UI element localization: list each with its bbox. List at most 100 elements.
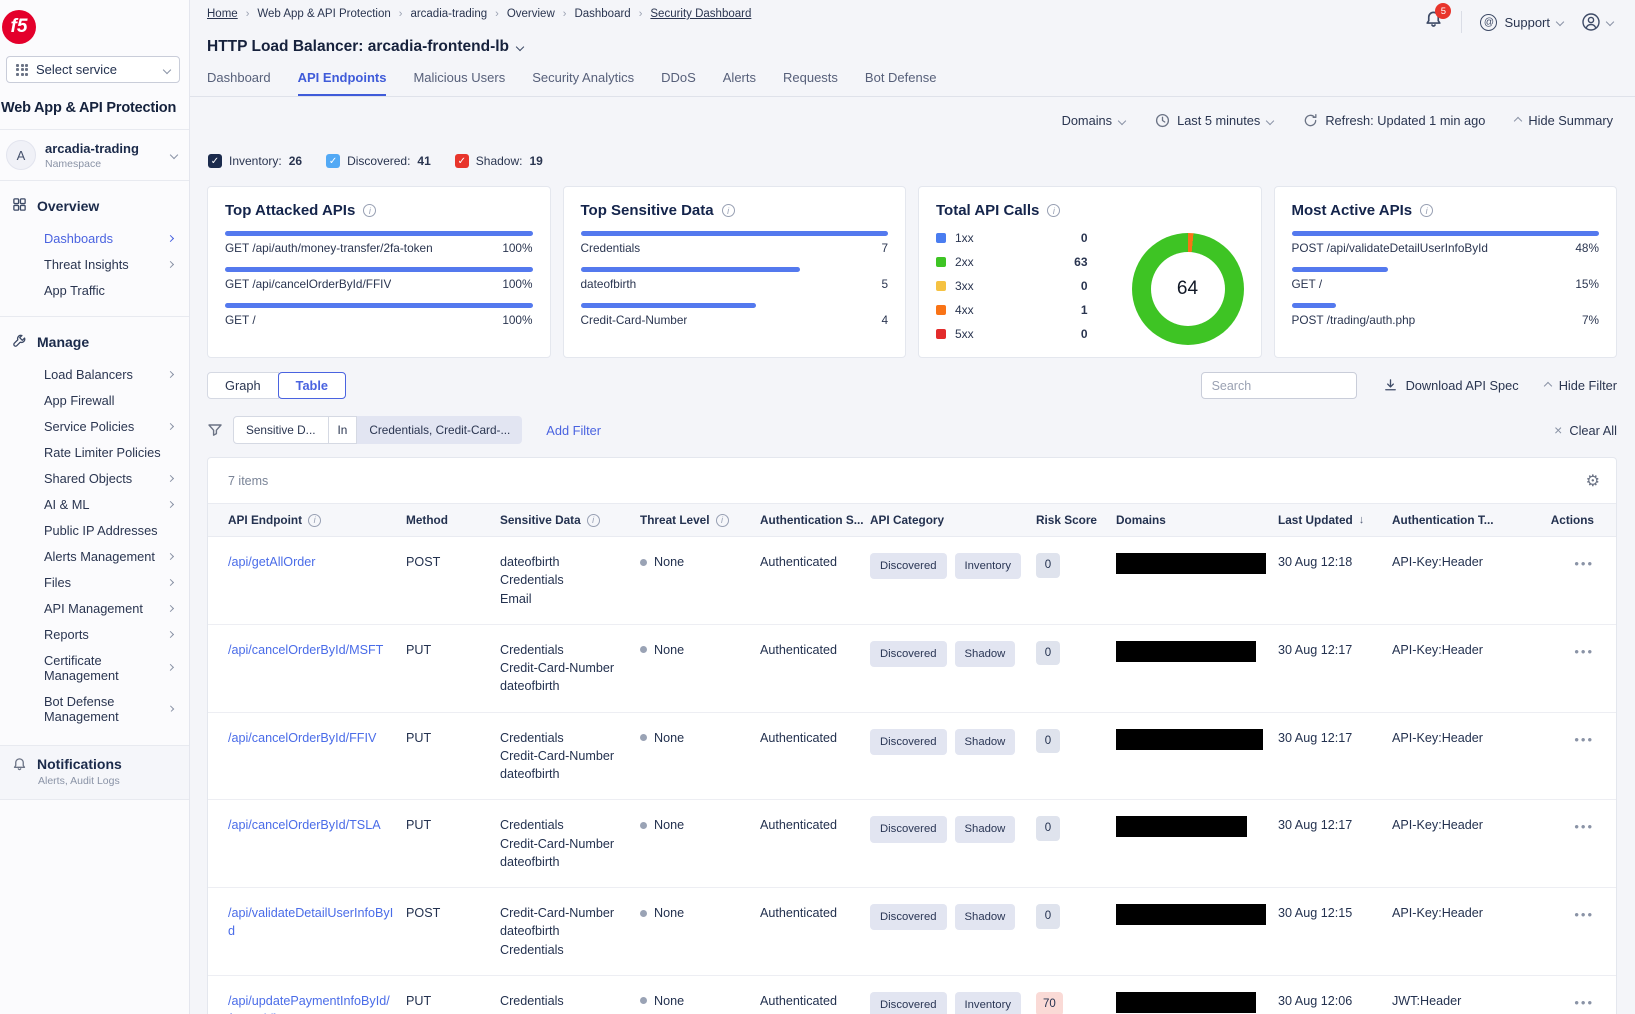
api-endpoint-link[interactable]: /api/cancelOrderById/TSLA — [228, 816, 381, 835]
column-header-api-endpoint[interactable]: API Endpointi — [228, 504, 406, 536]
bar — [581, 267, 801, 272]
sidebar-item-reports[interactable]: Reports — [0, 621, 189, 647]
hide-summary-toggle[interactable]: Hide Summary — [1515, 113, 1613, 128]
gear-icon[interactable]: ⚙ — [1586, 471, 1600, 491]
tab-bot-defense[interactable]: Bot Defense — [865, 70, 937, 96]
cell-last-updated: 30 Aug 12:17 — [1278, 800, 1392, 887]
tab-dashboard[interactable]: Dashboard — [207, 70, 271, 96]
checkbox-shadow[interactable]: ✓Shadow: 19 — [455, 154, 543, 168]
api-endpoint-link[interactable]: /api/getAllOrder — [228, 553, 316, 572]
sidebar-item-rate-limiter-policies[interactable]: Rate Limiter Policies — [0, 439, 189, 465]
sidebar-item-certificate-management[interactable]: Certificate Management — [0, 647, 189, 688]
row-actions-button[interactable]: ••• — [1574, 906, 1594, 925]
row-actions-button[interactable]: ••• — [1574, 994, 1594, 1013]
sidebar-item-public-ip-addresses[interactable]: Public IP Addresses — [0, 517, 189, 543]
clear-all-button[interactable]: × Clear All — [1554, 422, 1617, 438]
sidebar-item-label: AI & ML — [44, 497, 90, 512]
info-icon[interactable]: i — [1047, 204, 1060, 217]
graph-view-button[interactable]: Graph — [207, 372, 279, 399]
info-icon[interactable]: i — [1420, 204, 1433, 217]
sidebar-item-threat-insights[interactable]: Threat Insights — [0, 251, 189, 277]
legend-value: 1 — [1081, 303, 1114, 317]
filter-field[interactable]: Sensitive D... — [233, 416, 329, 444]
namespace-avatar: A — [6, 140, 36, 170]
sidebar-item-files[interactable]: Files — [0, 569, 189, 595]
column-header-last-updated[interactable]: Last Updated↓ — [1278, 504, 1392, 536]
column-label: Domains — [1116, 513, 1166, 527]
sidebar-item-shared-objects[interactable]: Shared Objects — [0, 465, 189, 491]
add-filter-button[interactable]: Add Filter — [546, 423, 601, 438]
filter-value-chip[interactable]: Credentials, Credit-Card-... — [357, 416, 522, 444]
bar-value: 7% — [1582, 313, 1599, 327]
hide-filter-toggle[interactable]: Hide Filter — [1545, 378, 1617, 393]
row-actions-button[interactable]: ••• — [1574, 818, 1594, 837]
breadcrumb-item[interactable]: Security Dashboard — [650, 8, 751, 20]
column-header-risk-score[interactable]: Risk Score — [1036, 504, 1116, 536]
search-input[interactable] — [1201, 372, 1357, 399]
column-header-method[interactable]: Method — [406, 504, 500, 536]
checkbox-discovered[interactable]: ✓Discovered: 41 — [326, 154, 431, 168]
api-endpoint-link[interactable]: /api/updatePaymentInfoById/{user_id} — [228, 992, 396, 1014]
breadcrumb-item[interactable]: Dashboard — [574, 8, 630, 20]
refresh-button[interactable]: Refresh: Updated 1 min ago — [1303, 113, 1485, 128]
row-actions-button[interactable]: ••• — [1574, 731, 1594, 750]
chevron-down-icon[interactable] — [516, 43, 524, 51]
sidebar-item-app-traffic[interactable]: App Traffic — [0, 277, 189, 303]
column-header-domains[interactable]: Domains — [1116, 504, 1278, 536]
column-header-actions[interactable]: Actions — [1516, 504, 1602, 536]
sidebar-item-dashboards[interactable]: Dashboards — [0, 225, 189, 251]
sidebar-notifications[interactable]: Notifications Alerts, Audit Logs — [0, 745, 189, 800]
breadcrumb-item[interactable]: Web App & API Protection — [257, 8, 390, 20]
risk-score-badge: 0 — [1036, 641, 1060, 666]
sidebar-item-service-policies[interactable]: Service Policies — [0, 413, 189, 439]
f5-logo-icon[interactable]: f5 — [2, 10, 36, 44]
sidebar-item-api-management[interactable]: API Management — [0, 595, 189, 621]
sidebar-item-app-firewall[interactable]: App Firewall — [0, 387, 189, 413]
api-endpoint-link[interactable]: /api/cancelOrderById/FFIV — [228, 729, 376, 748]
column-label: Risk Score — [1036, 513, 1097, 527]
checkbox-inventory[interactable]: ✓Inventory: 26 — [208, 154, 302, 168]
sidebar-item-bot-defense-management[interactable]: Bot Defense Management — [0, 688, 189, 729]
cell-auth-status: Authenticated — [760, 537, 870, 624]
table-row: /api/getAllOrderPOSTdateofbirthCredentia… — [208, 537, 1616, 625]
download-icon — [1383, 378, 1398, 393]
support-menu[interactable]: @ Support — [1480, 14, 1563, 31]
breadcrumb-item[interactable]: arcadia-trading — [410, 8, 487, 20]
sidebar-item-load-balancers[interactable]: Load Balancers — [0, 361, 189, 387]
cell-actions: ••• — [1516, 976, 1602, 1014]
tab-security-analytics[interactable]: Security Analytics — [532, 70, 634, 96]
domains-label: Domains — [1062, 113, 1113, 128]
notification-bell-button[interactable]: 5 — [1424, 10, 1443, 34]
column-header-threat-level[interactable]: Threat Leveli — [640, 504, 760, 536]
api-endpoint-link[interactable]: /api/validateDetailUserInfoById — [228, 904, 396, 942]
account-menu[interactable] — [1581, 12, 1613, 32]
column-header-api-category[interactable]: API Category — [870, 504, 1036, 536]
row-actions-button[interactable]: ••• — [1574, 555, 1594, 574]
tab-ddos[interactable]: DDoS — [661, 70, 696, 96]
tab-api-endpoints[interactable]: API Endpoints — [298, 70, 387, 96]
column-header-authentication-s-[interactable]: Authentication S... — [760, 504, 870, 536]
domains-dropdown[interactable]: Domains — [1062, 113, 1126, 128]
filter-operator[interactable]: In — [329, 416, 358, 444]
sort-down-icon[interactable]: ↓ — [1359, 514, 1365, 526]
breadcrumb-item[interactable]: Overview — [507, 8, 555, 20]
column-header-authentication-t-[interactable]: Authentication T... — [1392, 504, 1516, 536]
card-total-api-calls: Total API Callsi1xx02xx633xx04xx15xx064 — [918, 186, 1262, 358]
download-api-spec-button[interactable]: Download API Spec — [1383, 378, 1519, 393]
breadcrumb-item[interactable]: Home — [207, 8, 238, 20]
refresh-label: Refresh: Updated 1 min ago — [1325, 113, 1485, 128]
sidebar-item-alerts-management[interactable]: Alerts Management — [0, 543, 189, 569]
tab-alerts[interactable]: Alerts — [723, 70, 756, 96]
row-actions-button[interactable]: ••• — [1574, 643, 1594, 662]
namespace-selector[interactable]: A arcadia-trading Namespace — [0, 129, 189, 181]
info-icon[interactable]: i — [722, 204, 735, 217]
tab-requests[interactable]: Requests — [783, 70, 838, 96]
tab-malicious-users[interactable]: Malicious Users — [413, 70, 505, 96]
time-range-dropdown[interactable]: Last 5 minutes — [1155, 113, 1273, 128]
select-service-dropdown[interactable]: Select service — [6, 56, 180, 83]
table-view-button[interactable]: Table — [278, 372, 346, 399]
api-endpoint-link[interactable]: /api/cancelOrderById/MSFT — [228, 641, 383, 660]
column-header-sensitive-data[interactable]: Sensitive Datai — [500, 504, 640, 536]
sidebar-item-ai-ml[interactable]: AI & ML — [0, 491, 189, 517]
info-icon[interactable]: i — [363, 204, 376, 217]
